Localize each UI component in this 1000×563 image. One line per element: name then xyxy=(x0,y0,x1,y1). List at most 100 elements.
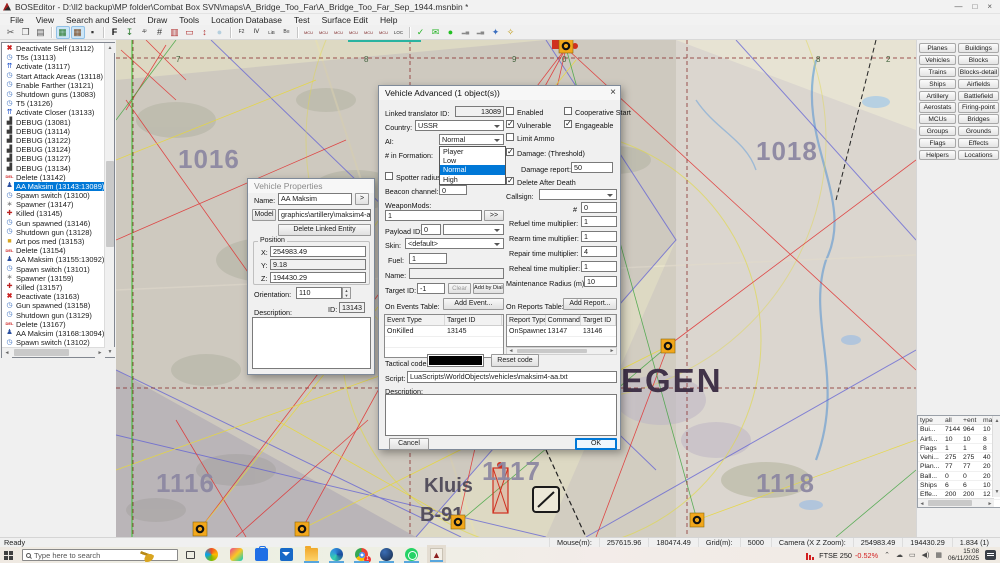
adv-description-field[interactable] xyxy=(385,394,617,436)
tree-item[interactable]: ✚Killed (13145) xyxy=(2,209,104,218)
tree-item[interactable]: ▟DEBUG (13122) xyxy=(2,136,104,145)
limit-ammo-checkbox[interactable] xyxy=(506,133,514,141)
task-view-button[interactable] xyxy=(186,551,195,559)
tree-item[interactable]: DELDelete (13154) xyxy=(2,246,104,255)
display-icon[interactable]: ▭ xyxy=(909,551,916,559)
counts-row[interactable]: Vehi...27527540 xyxy=(918,453,1000,462)
taskbar-mail-icon[interactable] xyxy=(280,548,293,561)
volume-icon[interactable]: ◀) xyxy=(922,551,930,559)
weaponmods-button[interactable]: >> xyxy=(484,210,504,221)
taskbar-browser-icon[interactable]: 1 xyxy=(355,548,368,561)
rearm-field[interactable]: 1 xyxy=(581,231,617,242)
orientation-field[interactable]: 110 xyxy=(296,287,342,299)
country-select[interactable]: USSR xyxy=(415,120,504,131)
reset-code-button[interactable]: Reset code xyxy=(491,354,539,367)
table-row[interactable]: OnKilled13145 xyxy=(385,326,503,337)
mcu-button-1[interactable]: MCU xyxy=(302,26,316,39)
terrain-layer-icon[interactable]: ▦ xyxy=(56,26,70,39)
delete-linked-entity-button[interactable]: Delete Linked Entity xyxy=(278,224,371,236)
mcu-button-6[interactable]: MCU xyxy=(377,26,391,39)
menu-file[interactable]: File xyxy=(4,15,30,25)
minimize-button[interactable]: — xyxy=(954,2,962,11)
ai-option-high[interactable]: High xyxy=(440,175,505,184)
close-icon[interactable]: × xyxy=(610,87,616,98)
engageable-checkbox[interactable] xyxy=(564,120,572,128)
tree-item[interactable]: ✖Deactivate (13163) xyxy=(2,292,104,301)
taskbar-steam-icon[interactable] xyxy=(380,548,393,561)
payload-field[interactable]: 0 xyxy=(421,224,441,235)
palette-button-helpers[interactable]: Helpers xyxy=(919,150,956,160)
mcu-button-2[interactable]: MCU xyxy=(317,26,331,39)
description-field[interactable] xyxy=(252,317,371,369)
bt-icon[interactable]: ✦ xyxy=(489,26,503,39)
tree-item[interactable]: ◷Start Attack Areas (13118) xyxy=(2,72,104,81)
loc-button[interactable]: LOC xyxy=(392,26,406,39)
tree-item[interactable]: DELDelete (13167) xyxy=(2,320,104,329)
tree-item[interactable]: ◷T5s (13113) xyxy=(2,53,104,62)
mcu-button-4[interactable]: MCU xyxy=(347,26,361,39)
taskbar-il2-editor-icon[interactable]: ▲ xyxy=(430,548,443,561)
taskbar-photos-icon[interactable] xyxy=(230,548,243,561)
record-icon[interactable]: ● xyxy=(444,26,458,39)
close-button[interactable]: × xyxy=(987,2,992,11)
vehicle-name-field[interactable] xyxy=(409,268,504,279)
counts-vertical-scrollbar[interactable]: ▲ ▼ xyxy=(992,416,1000,497)
palette-button-effects[interactable]: Effects xyxy=(958,138,999,148)
palette-button-blocks[interactable]: Blocks xyxy=(958,55,999,65)
taskbar-search-input[interactable]: Type here to search xyxy=(22,549,178,561)
scroll-right-icon[interactable]: ► xyxy=(986,499,994,507)
scroll-down-icon[interactable]: ▼ xyxy=(105,347,115,357)
counts-row[interactable]: Ball...0020 xyxy=(918,472,1000,481)
tree-item[interactable]: ◷Gun spawned (13158) xyxy=(2,301,104,310)
tactical-code-swatch[interactable] xyxy=(427,354,484,367)
menu-draw[interactable]: Draw xyxy=(141,15,173,25)
tree-item[interactable]: ◷Shutdown guns (13083) xyxy=(2,90,104,99)
taskbar-clock[interactable]: 15:08 06/11/2025 xyxy=(948,548,979,562)
menu-view[interactable]: View xyxy=(30,15,60,25)
maximize-button[interactable]: □ xyxy=(972,2,977,11)
palette-button-artillery[interactable]: Artillery xyxy=(919,91,956,101)
mail-check-icon[interactable]: ✉ xyxy=(429,26,443,39)
scroll-right-icon[interactable]: ► xyxy=(608,348,616,354)
menu-location-database[interactable]: Location Database xyxy=(205,15,288,25)
mast-tool-icon[interactable]: ↕ xyxy=(198,26,212,39)
counts-row[interactable]: Bui...714496410 xyxy=(918,425,1000,434)
stock-widget[interactable]: FTSE 250 -0.52% xyxy=(806,551,878,560)
aa-gun-marker[interactable] xyxy=(295,522,309,536)
scroll-right-icon[interactable]: ► xyxy=(95,348,105,358)
damage-threshold-checkbox[interactable] xyxy=(506,148,514,156)
menu-help[interactable]: Help xyxy=(374,15,403,25)
menu-search-and-select[interactable]: Search and Select xyxy=(60,15,141,25)
tree-item[interactable]: ◷Spawn switch (13101) xyxy=(2,265,104,274)
tree-item[interactable]: ▟DEBUG (13124) xyxy=(2,145,104,154)
skin-select[interactable]: <default> xyxy=(405,238,504,249)
tree-item[interactable]: ✖Deactivate Self (13112) xyxy=(2,44,104,53)
menu-surface-edit[interactable]: Surface Edit xyxy=(316,15,374,25)
tree-item[interactable]: ◷Shutdown gun (13129) xyxy=(2,310,104,319)
tree-item[interactable]: ▟DEBUG (13134) xyxy=(2,163,104,172)
tree-vertical-scrollbar[interactable]: ▲ ▼ xyxy=(104,43,114,357)
tree-item[interactable]: ◷Spawn switch (13102) xyxy=(2,338,104,347)
scrollbar-thumb[interactable] xyxy=(928,500,972,506)
palette-button-aerostats[interactable]: Aerostats xyxy=(919,102,956,112)
palette-button-firing-point[interactable]: Firing-point xyxy=(958,102,999,112)
model-button[interactable]: Model xyxy=(252,209,276,221)
payload-select[interactable] xyxy=(443,224,504,235)
reports-table[interactable]: Report TypeCommand IDTarget ID OnSpawned… xyxy=(506,314,617,347)
number-field[interactable]: 0 xyxy=(581,202,617,213)
scroll-up-icon[interactable]: ▲ xyxy=(105,43,115,53)
model-field[interactable]: graphics\artillery\maksim4-aa\maksim4-aa xyxy=(278,209,371,221)
spotter-radius-checkbox[interactable] xyxy=(385,172,393,180)
autolabel-icon[interactable]: 4² xyxy=(138,26,152,39)
tray-expand-icon[interactable]: ⌃ xyxy=(884,551,890,559)
ai-option-player[interactable]: Player xyxy=(440,147,505,156)
scrollbar-thumb[interactable] xyxy=(14,349,69,356)
palette-button-grounds[interactable]: Grounds xyxy=(958,126,999,136)
weaponmods-field[interactable]: 1 xyxy=(385,210,482,221)
check-icon[interactable]: ✓ xyxy=(414,26,428,39)
batch-icon[interactable]: B≡ xyxy=(280,26,294,39)
vulnerable-checkbox[interactable] xyxy=(506,120,514,128)
mcu-filter-icon[interactable]: F2 xyxy=(235,26,249,39)
tree-item[interactable]: ▟DEBUG (13114) xyxy=(2,127,104,136)
ruler-icon[interactable]: ▥ xyxy=(168,26,182,39)
